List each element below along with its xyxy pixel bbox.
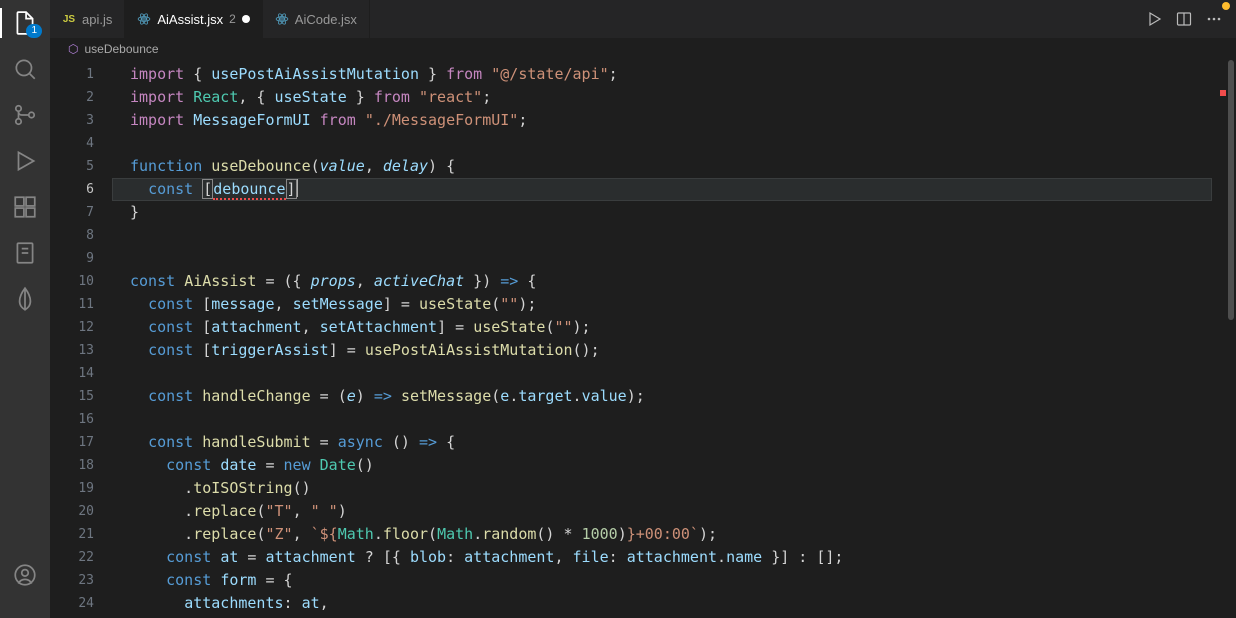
- code-line[interactable]: }: [112, 201, 1212, 224]
- source-control-icon[interactable]: [12, 102, 38, 128]
- editor-title-actions: [1132, 0, 1236, 38]
- run-icon[interactable]: [1146, 11, 1162, 27]
- code-line[interactable]: const AiAssist = ({ props, activeChat })…: [112, 270, 1212, 293]
- jsx-file-icon: [275, 12, 289, 26]
- code-line[interactable]: .replace("T", " "): [112, 500, 1212, 523]
- code-line[interactable]: [112, 224, 1212, 247]
- line-number: 18: [50, 454, 112, 477]
- code-line[interactable]: const [attachment, setAttachment] = useS…: [112, 316, 1212, 339]
- run-debug-icon[interactable]: [12, 148, 38, 174]
- code-line[interactable]: [112, 132, 1212, 155]
- line-number: 7: [50, 201, 112, 224]
- code-line[interactable]: const handleSubmit = async () => {: [112, 431, 1212, 454]
- line-number: 16: [50, 408, 112, 431]
- line-number: 6: [50, 178, 112, 201]
- cube-icon: ⬡: [68, 42, 78, 56]
- line-number-gutter: 123456789101112131415161718192021222324: [50, 60, 112, 618]
- line-number: 5: [50, 155, 112, 178]
- split-editor-icon[interactable]: [1176, 11, 1192, 27]
- code-line[interactable]: const date = new Date(): [112, 454, 1212, 477]
- line-number: 1: [50, 63, 112, 86]
- explorer-icon[interactable]: 1: [12, 10, 38, 36]
- code-line[interactable]: .replace("Z", `${Math.floor(Math.random(…: [112, 523, 1212, 546]
- breadcrumb[interactable]: ⬡ useDebounce: [50, 38, 1236, 60]
- line-number: 11: [50, 293, 112, 316]
- line-number: 23: [50, 569, 112, 592]
- window-minimize-dot: [1222, 2, 1230, 10]
- line-number: 8: [50, 224, 112, 247]
- line-number: 3: [50, 109, 112, 132]
- line-number: 15: [50, 385, 112, 408]
- code-line[interactable]: const form = {: [112, 569, 1212, 592]
- jsx-file-icon: [137, 12, 151, 26]
- code-line[interactable]: attachments: at,: [112, 592, 1212, 615]
- line-number: 21: [50, 523, 112, 546]
- tab-label: AiCode.jsx: [295, 12, 357, 27]
- js-file-icon: JS: [62, 14, 76, 25]
- code-line[interactable]: const handleChange = (e) => setMessage(e…: [112, 385, 1212, 408]
- vertical-scrollbar[interactable]: [1226, 60, 1236, 618]
- code-editor[interactable]: 123456789101112131415161718192021222324 …: [50, 60, 1236, 618]
- dirty-indicator-icon: [242, 15, 250, 23]
- text-cursor: [297, 179, 298, 197]
- line-number: 10: [50, 270, 112, 293]
- code-line[interactable]: .toISOString(): [112, 477, 1212, 500]
- breadcrumb-label: useDebounce: [84, 42, 158, 56]
- accounts-icon[interactable]: [12, 562, 38, 588]
- code-line[interactable]: const [triggerAssist] = usePostAiAssistM…: [112, 339, 1212, 362]
- code-line[interactable]: const [debounce]: [112, 178, 1212, 201]
- tab-aiassist-jsx[interactable]: AiAssist.jsx 2: [125, 0, 262, 38]
- line-number: 22: [50, 546, 112, 569]
- tab-aicode-jsx[interactable]: AiCode.jsx: [263, 0, 370, 38]
- code-line[interactable]: import MessageFormUI from "./MessageForm…: [112, 109, 1212, 132]
- code-line[interactable]: const [message, setMessage] = useState("…: [112, 293, 1212, 316]
- code-line[interactable]: function useDebounce(value, delay) {: [112, 155, 1212, 178]
- line-number: 20: [50, 500, 112, 523]
- line-number: 9: [50, 247, 112, 270]
- line-number: 24: [50, 592, 112, 615]
- line-number: 12: [50, 316, 112, 339]
- code-line[interactable]: const at = attachment ? [{ blob: attachm…: [112, 546, 1212, 569]
- code-line[interactable]: [112, 362, 1212, 385]
- mongodb-icon[interactable]: [12, 286, 38, 312]
- extensions-icon[interactable]: [12, 194, 38, 220]
- tab-problem-count: 2: [229, 12, 236, 26]
- search-icon[interactable]: [12, 56, 38, 82]
- tab-api-js[interactable]: JS api.js: [50, 0, 125, 38]
- code-line[interactable]: import React, { useState } from "react";: [112, 86, 1212, 109]
- line-number: 13: [50, 339, 112, 362]
- line-number: 2: [50, 86, 112, 109]
- tab-label: AiAssist.jsx: [157, 12, 223, 27]
- code-content[interactable]: import { usePostAiAssistMutation } from …: [112, 60, 1212, 618]
- activity-bar: 1: [0, 0, 50, 618]
- tab-label: api.js: [82, 12, 112, 27]
- editor-group: JS api.js AiAssist.jsx 2 AiCode.jsx ⬡ useDeb…: [50, 0, 1236, 618]
- line-number: 17: [50, 431, 112, 454]
- explorer-badge: 1: [26, 24, 42, 38]
- overview-ruler[interactable]: [1212, 60, 1226, 618]
- code-line[interactable]: import { usePostAiAssistMutation } from …: [112, 63, 1212, 86]
- line-number: 19: [50, 477, 112, 500]
- code-line[interactable]: [112, 247, 1212, 270]
- line-number: 14: [50, 362, 112, 385]
- scrollbar-thumb[interactable]: [1228, 60, 1234, 320]
- more-actions-icon[interactable]: [1206, 11, 1222, 27]
- code-line[interactable]: [112, 408, 1212, 431]
- tab-bar: JS api.js AiAssist.jsx 2 AiCode.jsx: [50, 0, 1236, 38]
- notes-icon[interactable]: [12, 240, 38, 266]
- line-number: 4: [50, 132, 112, 155]
